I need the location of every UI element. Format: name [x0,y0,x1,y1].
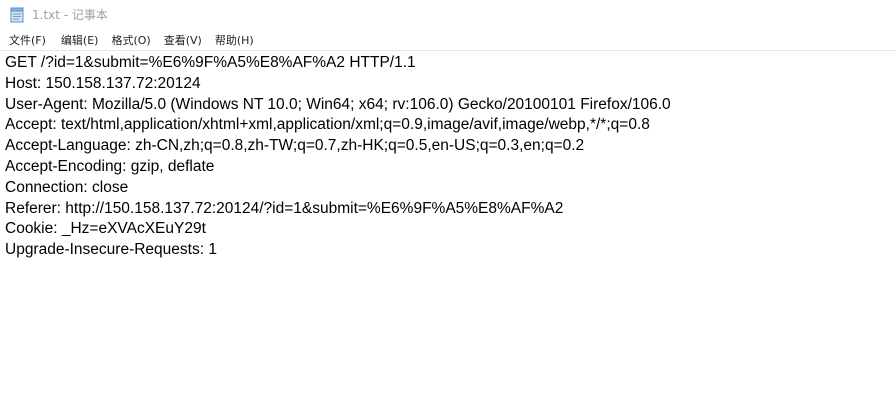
menu-file[interactable]: 文件(F) [9,30,46,50]
text-line: Connection: close [5,178,129,196]
menu-format[interactable]: 格式(O) [111,30,150,50]
text-line: GET /?id=1&submit=%E6%9F%A5%E8%AF%A2 HTT… [5,54,416,71]
text-line: Cookie: _Hz=eXVAcXEuY29t [5,220,206,238]
menu-view[interactable]: 查看(V) [164,30,202,50]
editor-content[interactable]: GET /?id=1&submit=%E6%9F%A5%E8%AF%A2 HTT… [5,53,895,261]
text-editor[interactable]: GET /?id=1&submit=%E6%9F%A5%E8%AF%A2 HTT… [0,50,895,402]
notepad-window: 1.txt - 记事本 文件(F) 编辑(E) 格式(O) 查看(V) 帮助(H… [0,0,895,402]
window-title: 1.txt - 记事本 [32,8,108,22]
text-line: Accept-Language: zh-CN,zh;q=0.8,zh-TW;q=… [5,137,585,155]
menu-help[interactable]: 帮助(H) [215,30,254,50]
text-line: Accept-Encoding: gzip, deflate [5,157,215,175]
notepad-icon [10,7,24,23]
text-line: Accept: text/html,application/xhtml+xml,… [5,116,650,134]
text-line: Host: 150.158.137.72:20124 [5,74,201,92]
title-bar[interactable]: 1.txt - 记事本 [0,0,895,30]
text-line: Upgrade-Insecure-Requests: 1 [5,241,217,259]
menu-bar: 文件(F) 编辑(E) 格式(O) 查看(V) 帮助(H) [0,30,895,50]
text-line: User-Agent: Mozilla/5.0 (Windows NT 10.0… [5,95,671,113]
menu-edit[interactable]: 编辑(E) [61,30,99,50]
text-line: Referer: http://150.158.137.72:20124/?id… [5,199,564,217]
